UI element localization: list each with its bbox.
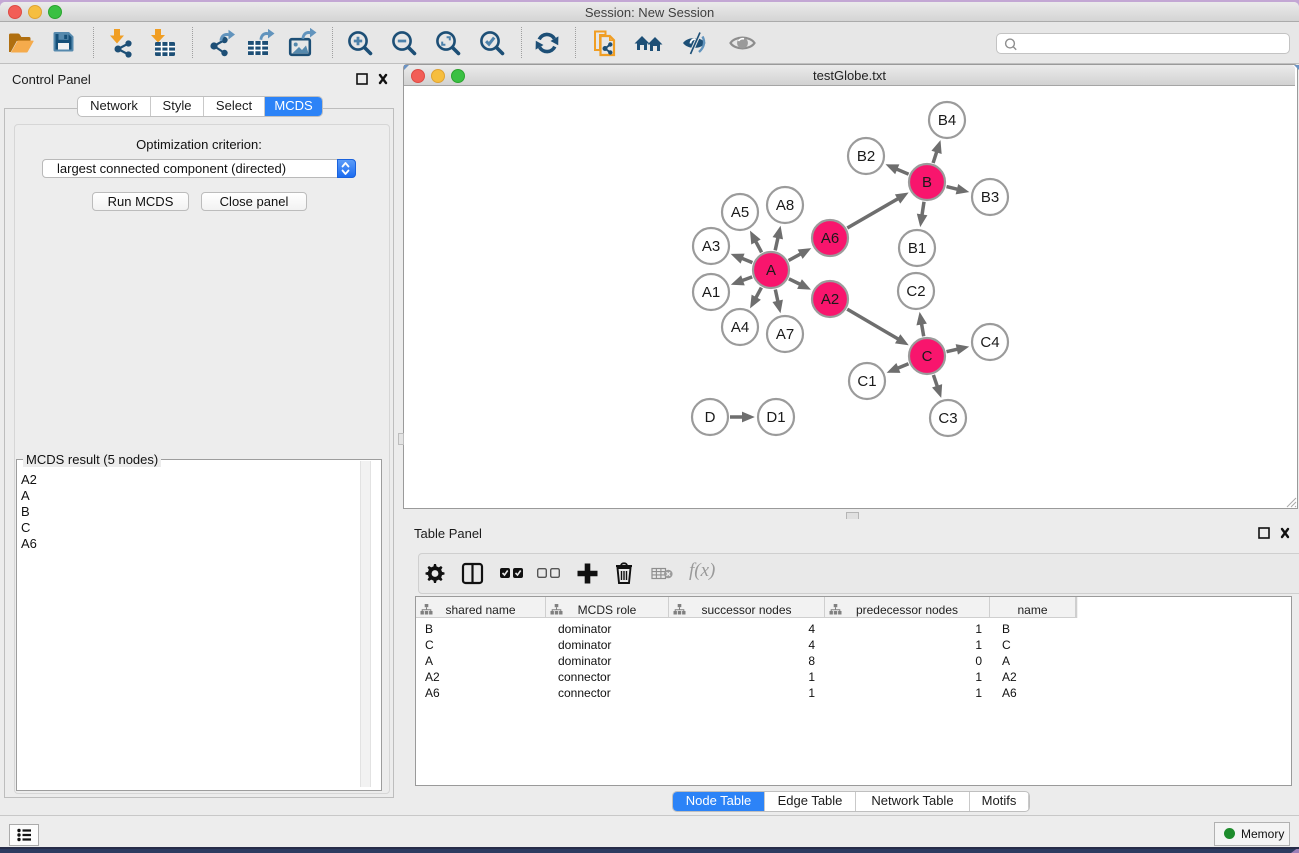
svg-text:A5: A5 [731, 204, 749, 221]
svg-text:A: A [766, 262, 776, 279]
svg-text:C2: C2 [906, 283, 925, 300]
svg-text:B3: B3 [981, 189, 999, 206]
svg-text:A6: A6 [821, 230, 839, 247]
svg-text:A4: A4 [731, 319, 749, 336]
svg-text:A8: A8 [776, 197, 794, 214]
svg-text:B2: B2 [857, 148, 875, 165]
svg-text:B: B [922, 174, 932, 191]
svg-text:A1: A1 [702, 284, 720, 301]
svg-text:A3: A3 [702, 238, 720, 255]
svg-text:A7: A7 [776, 326, 794, 343]
svg-text:B4: B4 [938, 112, 956, 129]
svg-text:B1: B1 [908, 240, 926, 257]
svg-text:C4: C4 [980, 334, 999, 351]
svg-text:C3: C3 [938, 410, 957, 427]
svg-text:A2: A2 [821, 291, 839, 308]
svg-text:D1: D1 [766, 409, 785, 426]
svg-text:D: D [705, 409, 716, 426]
svg-text:C: C [922, 348, 933, 365]
svg-text:C1: C1 [857, 373, 876, 390]
